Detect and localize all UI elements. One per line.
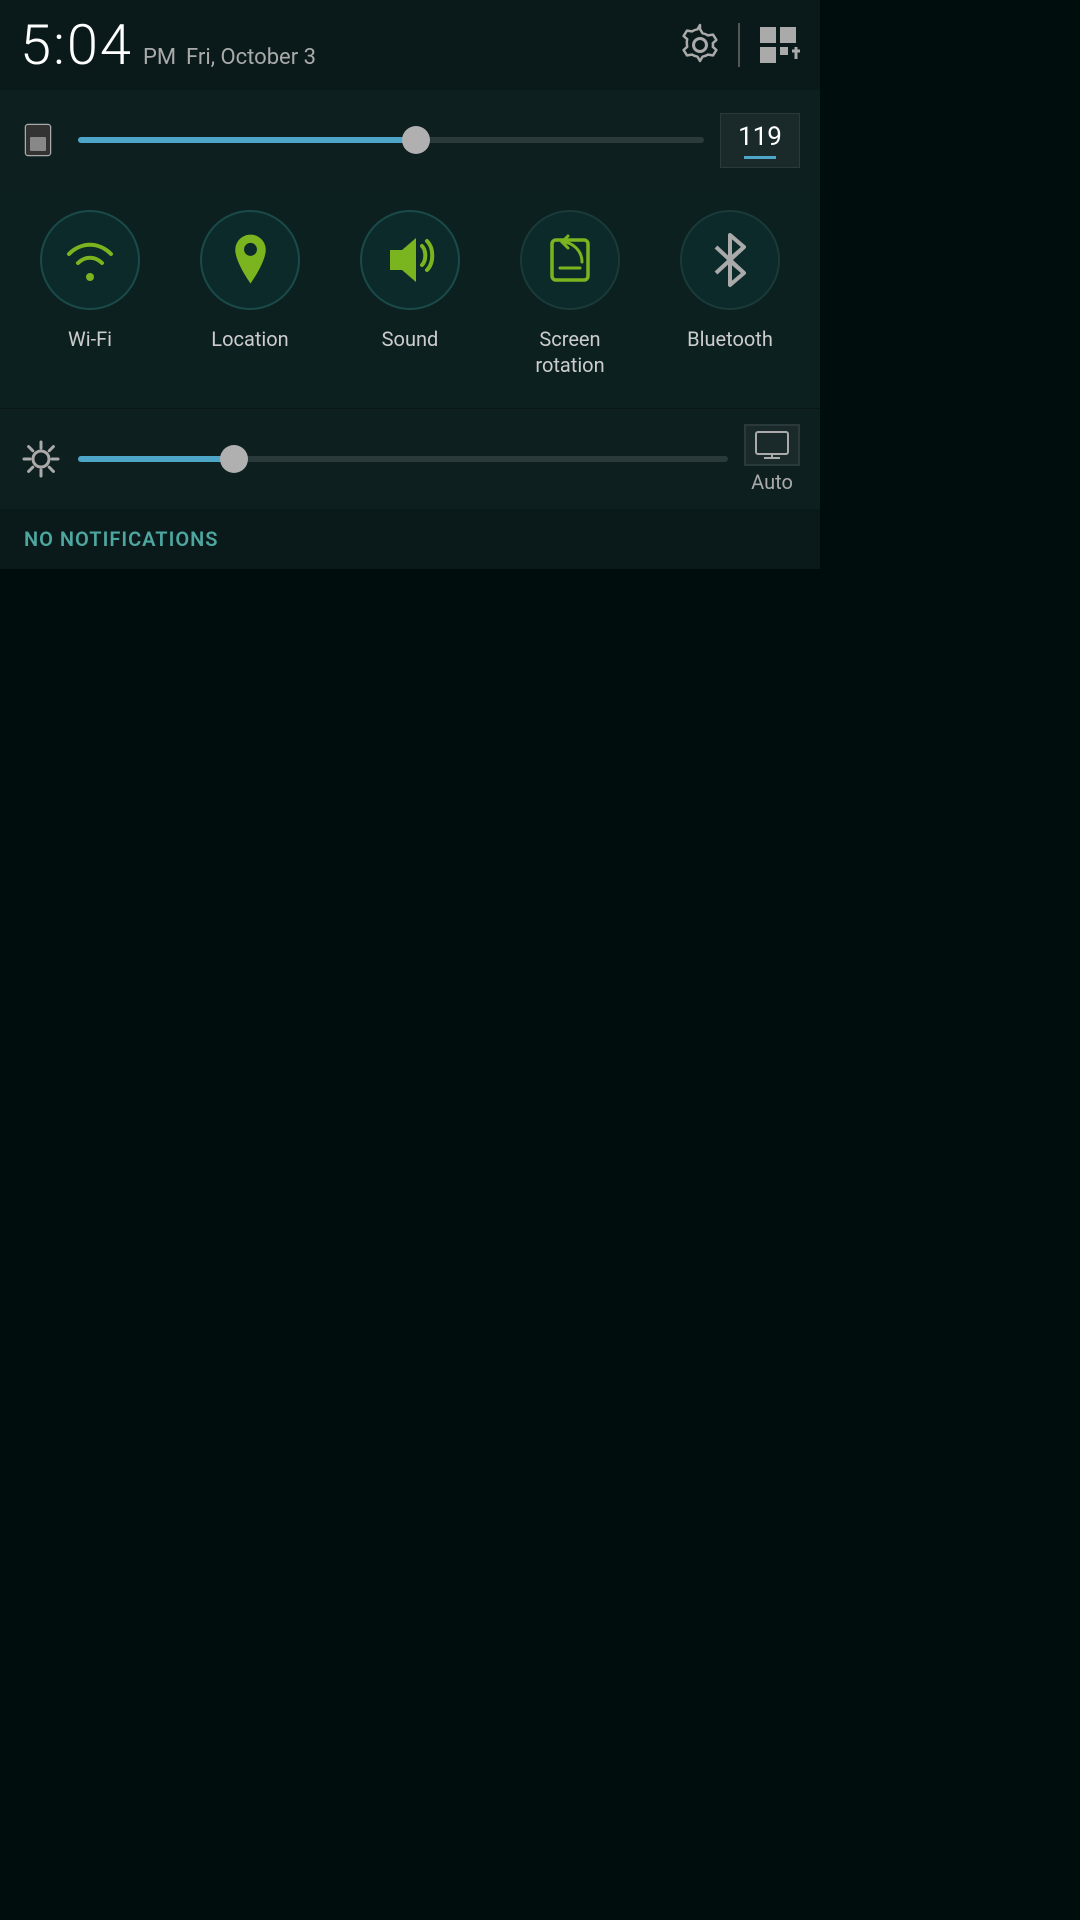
bluetooth-label: Bluetooth (687, 326, 773, 352)
no-notifications-label: NO NOTIFICATIONS (24, 527, 219, 551)
screen-rotation-circle (520, 210, 620, 310)
brightness-icon (20, 119, 62, 161)
location-label: Location (211, 326, 288, 352)
no-notifications-panel: NO NOTIFICATIONS (0, 508, 820, 569)
wifi-icon (60, 235, 120, 285)
auto-brightness-slider-fill (78, 456, 234, 462)
toggle-sound[interactable]: Sound (340, 210, 480, 352)
toggle-bluetooth[interactable]: Bluetooth (660, 210, 800, 352)
bluetooth-icon (705, 230, 755, 290)
sound-circle (360, 210, 460, 310)
brightness-slider-thumb[interactable] (402, 126, 430, 154)
screen-rotation-icon (540, 230, 600, 290)
grid-icon[interactable] (756, 23, 800, 67)
toggle-location[interactable]: Location (180, 210, 320, 352)
status-icons-group (678, 23, 800, 67)
brightness-slider-fill (78, 137, 416, 143)
brightness-value: 119 (733, 122, 787, 152)
sound-icon (380, 232, 440, 288)
time-date: Fri, October 3 (186, 45, 316, 70)
settings-icon[interactable] (678, 23, 722, 67)
auto-display-icon (754, 430, 790, 460)
toggle-screen-rotation[interactable]: Screenrotation (500, 210, 640, 378)
brightness-value-box: 119 (720, 113, 800, 168)
time-period: PM (143, 45, 176, 70)
brightness-underline (744, 156, 776, 159)
status-bar: 5:04 PM Fri, October 3 (0, 0, 820, 90)
auto-brightness-panel: Auto (0, 408, 820, 508)
wifi-circle (40, 210, 140, 310)
settings-gear-icon[interactable] (20, 438, 62, 480)
main-background (0, 569, 820, 1505)
divider (738, 23, 740, 67)
auto-square (744, 424, 800, 466)
brightness-panel: 119 (0, 90, 820, 190)
sound-label: Sound (382, 326, 439, 352)
brightness-slider-track[interactable] (78, 137, 704, 143)
auto-button-group[interactable]: Auto (744, 424, 800, 494)
quick-toggles-panel: Wi-Fi Location Sound (0, 190, 820, 408)
status-time-group: 5:04 PM Fri, October 3 (20, 12, 316, 78)
wifi-label: Wi-Fi (68, 326, 112, 352)
screen-rotation-label: Screenrotation (535, 326, 604, 378)
toggle-wifi[interactable]: Wi-Fi (20, 210, 160, 352)
location-circle (200, 210, 300, 310)
time-display: 5:04 (20, 12, 133, 78)
auto-brightness-slider-thumb[interactable] (220, 445, 248, 473)
location-icon (223, 230, 278, 290)
auto-brightness-slider-track[interactable] (78, 456, 728, 462)
auto-label: Auto (751, 470, 793, 494)
bluetooth-circle (680, 210, 780, 310)
